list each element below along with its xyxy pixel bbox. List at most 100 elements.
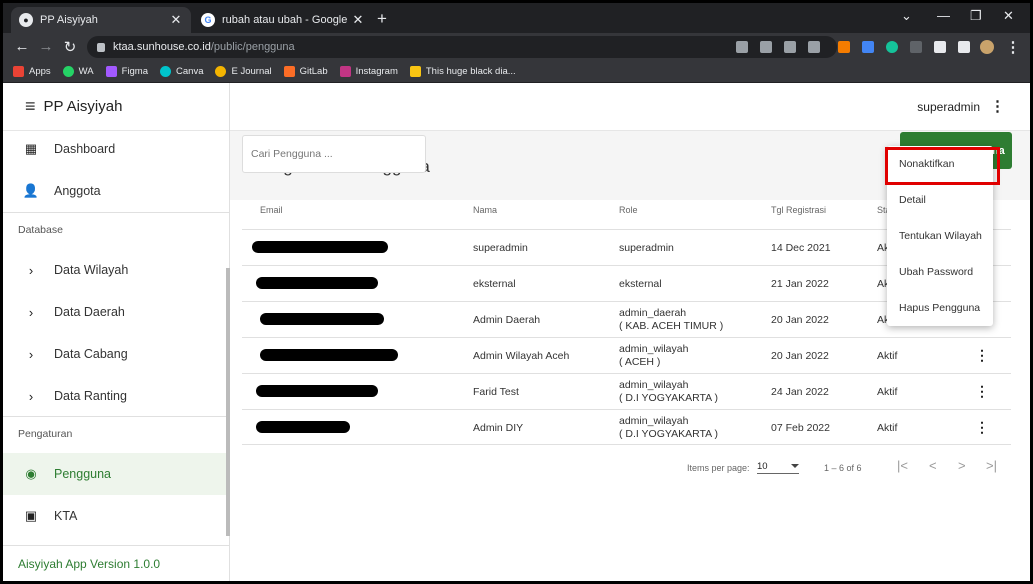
forward-icon[interactable]: → [37, 38, 55, 55]
cell-tgl: 21 Jan 2022 [771, 278, 829, 290]
column-header-role[interactable]: Role [619, 205, 638, 215]
restore-icon[interactable]: ❐ [970, 8, 982, 24]
table-row[interactable]: Admin Wilayah Aceh admin_wilayah( ACEH )… [242, 337, 1011, 373]
row-actions-icon[interactable]: ⋮ [975, 347, 989, 364]
extension-sc-icon[interactable] [838, 41, 850, 53]
column-header-email[interactable]: Email [260, 205, 283, 215]
row-actions-icon[interactable]: ⋮ [975, 419, 989, 436]
sidebar-item-kta[interactable]: ▣ KTA [3, 495, 229, 537]
sidebar-item-pengguna[interactable]: ◉ Pengguna [3, 453, 229, 495]
bookmark-instagram[interactable]: Instagram [339, 66, 398, 77]
close-tab-icon[interactable]: ✕ [169, 12, 183, 28]
items-per-page-select[interactable]: 10 [757, 461, 799, 474]
sidebar-item-label: Anggota [54, 184, 101, 198]
sidebar-item-dashboard[interactable]: ▦ Dashboard [3, 128, 229, 170]
more-vert-icon[interactable]: ⋮ [990, 97, 1005, 115]
bookmark-label: Figma [121, 66, 149, 77]
browser-window: ● PP Aisyiyah ✕ G rubah atau ubah - Goog… [3, 3, 1030, 581]
close-window-icon[interactable]: ✕ [1003, 8, 1014, 24]
apps-grid-icon [13, 66, 24, 77]
items-per-page-value: 10 [757, 461, 768, 472]
translate-icon[interactable] [760, 41, 772, 53]
bookmark-gitlab[interactable]: GitLab [283, 66, 328, 77]
cell-tgl: 20 Jan 2022 [771, 350, 829, 362]
column-header-tgl-registrasi[interactable]: Tgl Registrasi [771, 205, 826, 215]
bookmark-canva[interactable]: Canva [160, 66, 203, 77]
menu-icon[interactable]: ≡ [25, 96, 36, 117]
google-favicon-icon: G [201, 13, 215, 27]
url-path: /public/pengguna [210, 41, 295, 53]
chevron-right-icon: › [28, 304, 34, 320]
profile-avatar-icon[interactable] [980, 40, 994, 54]
close-tab-icon[interactable]: ✕ [351, 12, 365, 28]
sidebar-section-database: Database [3, 212, 229, 247]
key-icon[interactable] [736, 41, 748, 53]
first-page-icon[interactable]: |< [897, 458, 908, 473]
sidebar-item-anggota[interactable]: 👤 Anggota [3, 170, 229, 212]
chevron-right-icon: › [28, 388, 34, 404]
redacted-email [260, 349, 398, 361]
app-version: Aisyiyah App Version 1.0.0 [3, 545, 229, 581]
sidebar-item-data-daerah[interactable]: › Data Daerah [3, 291, 229, 333]
extension-grey-icon[interactable] [910, 41, 922, 53]
table-row[interactable]: Farid Test admin_wilayah( D.I YOGYAKARTA… [242, 373, 1011, 409]
bookmark-label: Apps [29, 66, 51, 77]
menu-item-hapus-pengguna[interactable]: Hapus Pengguna [887, 290, 993, 326]
prev-page-icon[interactable]: < [929, 458, 937, 473]
grammarly-icon[interactable] [886, 41, 898, 53]
reload-icon[interactable]: ↻ [61, 38, 79, 56]
badge-icon: ▣ [24, 508, 38, 523]
browser-tab-active[interactable]: ● PP Aisyiyah ✕ [11, 7, 191, 33]
extension-blue-icon[interactable] [862, 41, 874, 53]
annotation-highlight-box [885, 147, 1000, 185]
bookmarks-bar: Apps WA Figma Canva E Journal GitLab Ins… [3, 61, 1030, 83]
browser-menu-icon[interactable]: ⋮ [1004, 38, 1022, 56]
tab-search-icon[interactable]: ⌄ [901, 8, 912, 24]
search-input[interactable]: Cari Pengguna ... [242, 135, 426, 173]
sidebar-item-data-wilayah[interactable]: › Data Wilayah [3, 249, 229, 291]
redacted-email [256, 277, 378, 289]
gitlab-icon [283, 66, 295, 77]
sidebar-item-label: Pengguna [54, 467, 112, 481]
sidebar-scrollbar[interactable] [226, 268, 230, 536]
sidebar-item-data-cabang[interactable]: › Data Cabang [3, 333, 229, 375]
menu-item-ubah-password[interactable]: Ubah Password [887, 254, 993, 290]
bookmark-wa[interactable]: WA [62, 66, 94, 77]
puzzle-icon[interactable] [934, 41, 946, 53]
bookmark-apps[interactable]: Apps [13, 66, 51, 77]
role-region: ( KAB. ACEH TIMUR ) [619, 320, 724, 332]
cell-nama: superadmin [473, 242, 528, 254]
sidebar-item-label: Data Daerah [54, 305, 125, 319]
table-row[interactable]: Admin DIY admin_wilayah( D.I YOGYAKARTA … [242, 409, 1011, 445]
browser-tab[interactable]: G rubah atau ubah - Google Nggol ✕ [193, 7, 373, 33]
star-icon[interactable] [808, 41, 820, 53]
person-icon: 👤 [22, 183, 40, 198]
tab-strip: ● PP Aisyiyah ✕ G rubah atau ubah - Goog… [3, 3, 1030, 33]
menu-item-tentukan-wilayah[interactable]: Tentukan Wilayah [887, 218, 993, 254]
ejournal-icon [215, 66, 227, 77]
side-panel-icon[interactable] [958, 41, 970, 53]
role-name: admin_wilayah [619, 343, 689, 355]
bookmark-ejournal[interactable]: E Journal [215, 66, 272, 77]
bookmark-black-diamond[interactable]: This huge black dia... [409, 66, 516, 77]
column-header-nama[interactable]: Nama [473, 205, 497, 215]
role-name: admin_daerah [619, 307, 687, 319]
cell-nama: Farid Test [473, 386, 519, 398]
back-icon[interactable]: ← [13, 38, 31, 55]
bookmark-figma[interactable]: Figma [105, 66, 149, 77]
figma-icon [105, 66, 117, 77]
chevron-right-icon: › [28, 262, 34, 278]
menu-item-detail[interactable]: Detail [887, 182, 993, 218]
whatsapp-icon [62, 66, 74, 77]
address-bar[interactable]: ktaa.sunhouse.co.id /public/pengguna [87, 36, 837, 58]
last-page-icon[interactable]: >| [986, 458, 997, 473]
app-title: PP Aisyiyah [43, 98, 123, 115]
new-tab-icon[interactable]: + [377, 9, 387, 29]
share-icon[interactable] [784, 41, 796, 53]
sidebar-item-data-ranting[interactable]: › Data Ranting [3, 375, 229, 417]
cell-status: Aktif [877, 422, 898, 434]
next-page-icon[interactable]: > [958, 458, 966, 473]
current-user[interactable]: superadmin [917, 100, 980, 114]
row-actions-icon[interactable]: ⋮ [975, 383, 989, 400]
minimize-icon[interactable]: — [937, 8, 950, 23]
